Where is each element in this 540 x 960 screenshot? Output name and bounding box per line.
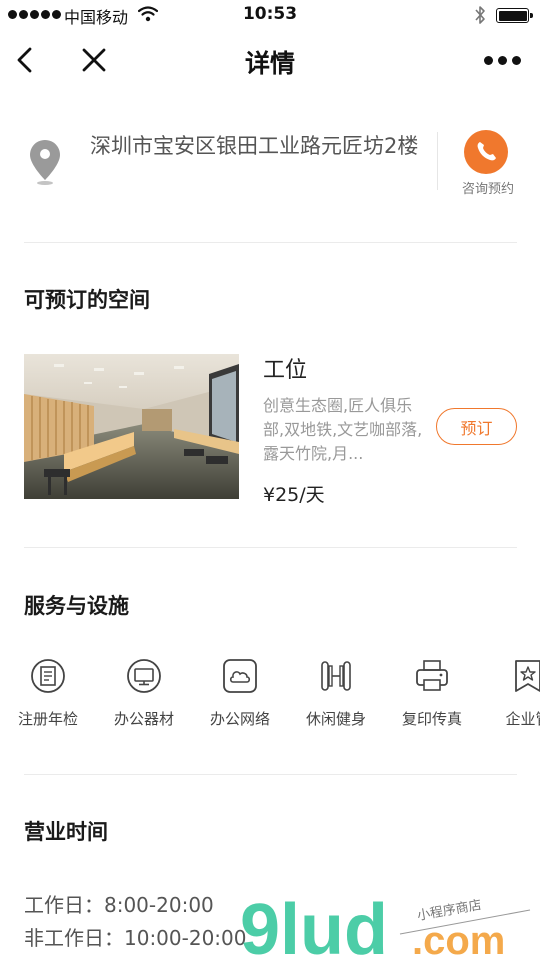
service-registration[interactable]: 注册年检 (0, 658, 96, 729)
workday-hours: 工作日：8:00-20:00 (24, 893, 214, 917)
watermark-domain: .com (412, 919, 505, 960)
nav-bar: 详情 (0, 30, 540, 92)
service-label: 休闲健身 (305, 710, 366, 728)
phone-icon (477, 142, 496, 161)
space-photo[interactable] (24, 354, 239, 499)
consult-phone-button[interactable] (464, 130, 508, 174)
service-print-fax[interactable]: 复印传真 (384, 658, 480, 729)
address-text: 深圳市宝安区银田工业路元匠坊2楼 (90, 134, 419, 158)
address-block: 深圳市宝安区银田工业路元匠坊2楼 咨询预约 (0, 120, 540, 210)
service-label: 注册年检 (17, 710, 78, 728)
monitor-icon (127, 659, 161, 693)
watermark-logo: 9lud .com 小程序商店 (240, 890, 531, 960)
divider (24, 242, 517, 243)
service-office-equipment[interactable]: 办公器材 (96, 658, 192, 729)
service-office-network[interactable]: 办公网络 (192, 658, 288, 729)
services-row: 注册年检 办公器材 办公网络 休闲健身 复印传真 企业 (0, 658, 540, 738)
dumbbell-icon (321, 661, 351, 691)
divider (24, 774, 517, 775)
status-time: 10:53 (242, 4, 298, 24)
service-label: 企业管 (505, 710, 540, 728)
services-section-title: 服务与设施 (24, 594, 129, 618)
space-description: 创意生态圈,匠人俱乐部,双地铁,文艺咖部落,露天竹院,月... (263, 396, 423, 463)
space-name: 工位 (263, 358, 308, 383)
service-label: 复印传真 (401, 710, 462, 728)
consult-label[interactable]: 咨询预约 (452, 178, 524, 197)
non-workday-hours: 非工作日：10:00-20:00 (24, 926, 247, 950)
address-divider (437, 132, 438, 190)
more-dots-icon (484, 55, 493, 65)
location-pin-icon (30, 140, 60, 185)
space-price: ¥25/天 (263, 484, 325, 506)
divider (24, 547, 517, 548)
bluetooth-icon (475, 6, 485, 24)
battery-icon (496, 8, 533, 23)
more-button[interactable] (484, 50, 524, 70)
service-enterprise[interactable]: 企业管 (480, 658, 540, 729)
service-label: 办公器材 (113, 710, 174, 728)
office-photo-image (24, 354, 239, 499)
book-button[interactable]: 预订 (436, 408, 517, 445)
registration-icon (31, 659, 65, 693)
service-fitness[interactable]: 休闲健身 (288, 658, 384, 729)
page-title: 详情 (244, 49, 295, 78)
cloud-network-icon (223, 659, 257, 693)
watermark-brand: 9lud (240, 890, 388, 960)
spaces-section-title: 可预订的空间 (24, 288, 150, 312)
status-bar: 中国移动 10:53 (0, 0, 540, 30)
printer-icon (416, 660, 448, 691)
star-badge-icon (515, 660, 540, 692)
hours-section-title: 营业时间 (24, 820, 108, 844)
space-card[interactable]: 工位 创意生态圈,匠人俱乐部,双地铁,文艺咖部落,露天竹院,月... ¥25/天… (0, 352, 540, 512)
service-label: 办公网络 (209, 710, 270, 728)
